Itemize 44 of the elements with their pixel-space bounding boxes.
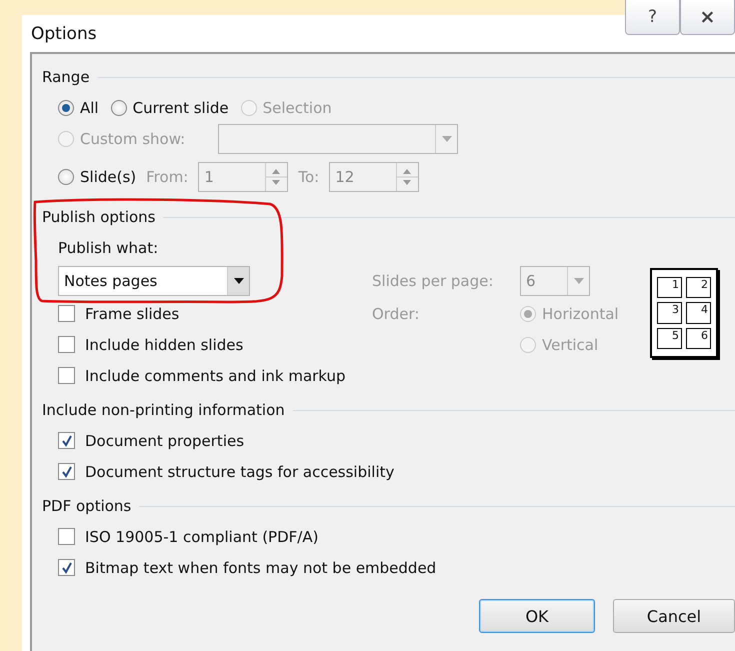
checkbox[interactable] (58, 336, 75, 353)
caret-icon (442, 136, 452, 142)
slide-number: 1 (657, 277, 682, 298)
checkbox[interactable] (58, 463, 75, 480)
checkbox[interactable] (58, 528, 75, 545)
spinner-icon (265, 163, 288, 191)
checkbox-label: Document properties (85, 432, 244, 450)
slide-number: 2 (686, 277, 711, 298)
slide-number: 6 (686, 328, 711, 349)
field-label: Publish what: (58, 239, 158, 257)
radio-button[interactable]: Slide(s) (58, 168, 136, 186)
slide-number: 4 (686, 302, 711, 324)
slide-number: 3 (657, 302, 682, 324)
checkbox-label: Include hidden slides (85, 336, 244, 354)
field-label: From: (146, 168, 188, 186)
checkbox-label: ISO 19005-1 compliant (PDF/A) (85, 528, 318, 546)
section-title: Range (42, 68, 90, 86)
checkbox[interactable] (58, 559, 75, 576)
checkbox-label: Frame slides (85, 304, 180, 322)
section-title: Publish options (42, 208, 156, 226)
help-button[interactable]: ? (625, 0, 680, 35)
checkbox[interactable] (58, 305, 75, 322)
dropdown-field[interactable]: Notes pages (58, 266, 250, 296)
field-label: Order: (372, 304, 420, 322)
field-label: To: (298, 168, 320, 186)
close-button[interactable]: ⨯ (680, 0, 735, 35)
checkbox[interactable] (58, 367, 75, 384)
dropdown-field[interactable] (218, 124, 458, 154)
checkbox-label: Bitmap text when fonts may not be embedded (85, 558, 436, 576)
caret-icon (234, 278, 244, 284)
window-title: Options (31, 24, 97, 44)
section-title: Include non-printing information (42, 401, 285, 419)
ok-button[interactable]: OK (479, 599, 595, 633)
spinner-icon (396, 163, 418, 191)
checkbox-label: Include comments and ink markup (85, 366, 346, 384)
section-title: PDF options (42, 497, 132, 515)
radio-button[interactable]: All (58, 98, 99, 116)
cancel-button[interactable]: Cancel (613, 599, 735, 633)
slide-number: 5 (657, 328, 682, 349)
caret-icon (574, 278, 584, 284)
radio-button[interactable]: Current slide (110, 98, 229, 116)
field-label: Slides per page: (372, 272, 494, 290)
checkbox[interactable] (58, 432, 75, 449)
checkbox-label: Document structure tags for accessibility (85, 462, 394, 480)
